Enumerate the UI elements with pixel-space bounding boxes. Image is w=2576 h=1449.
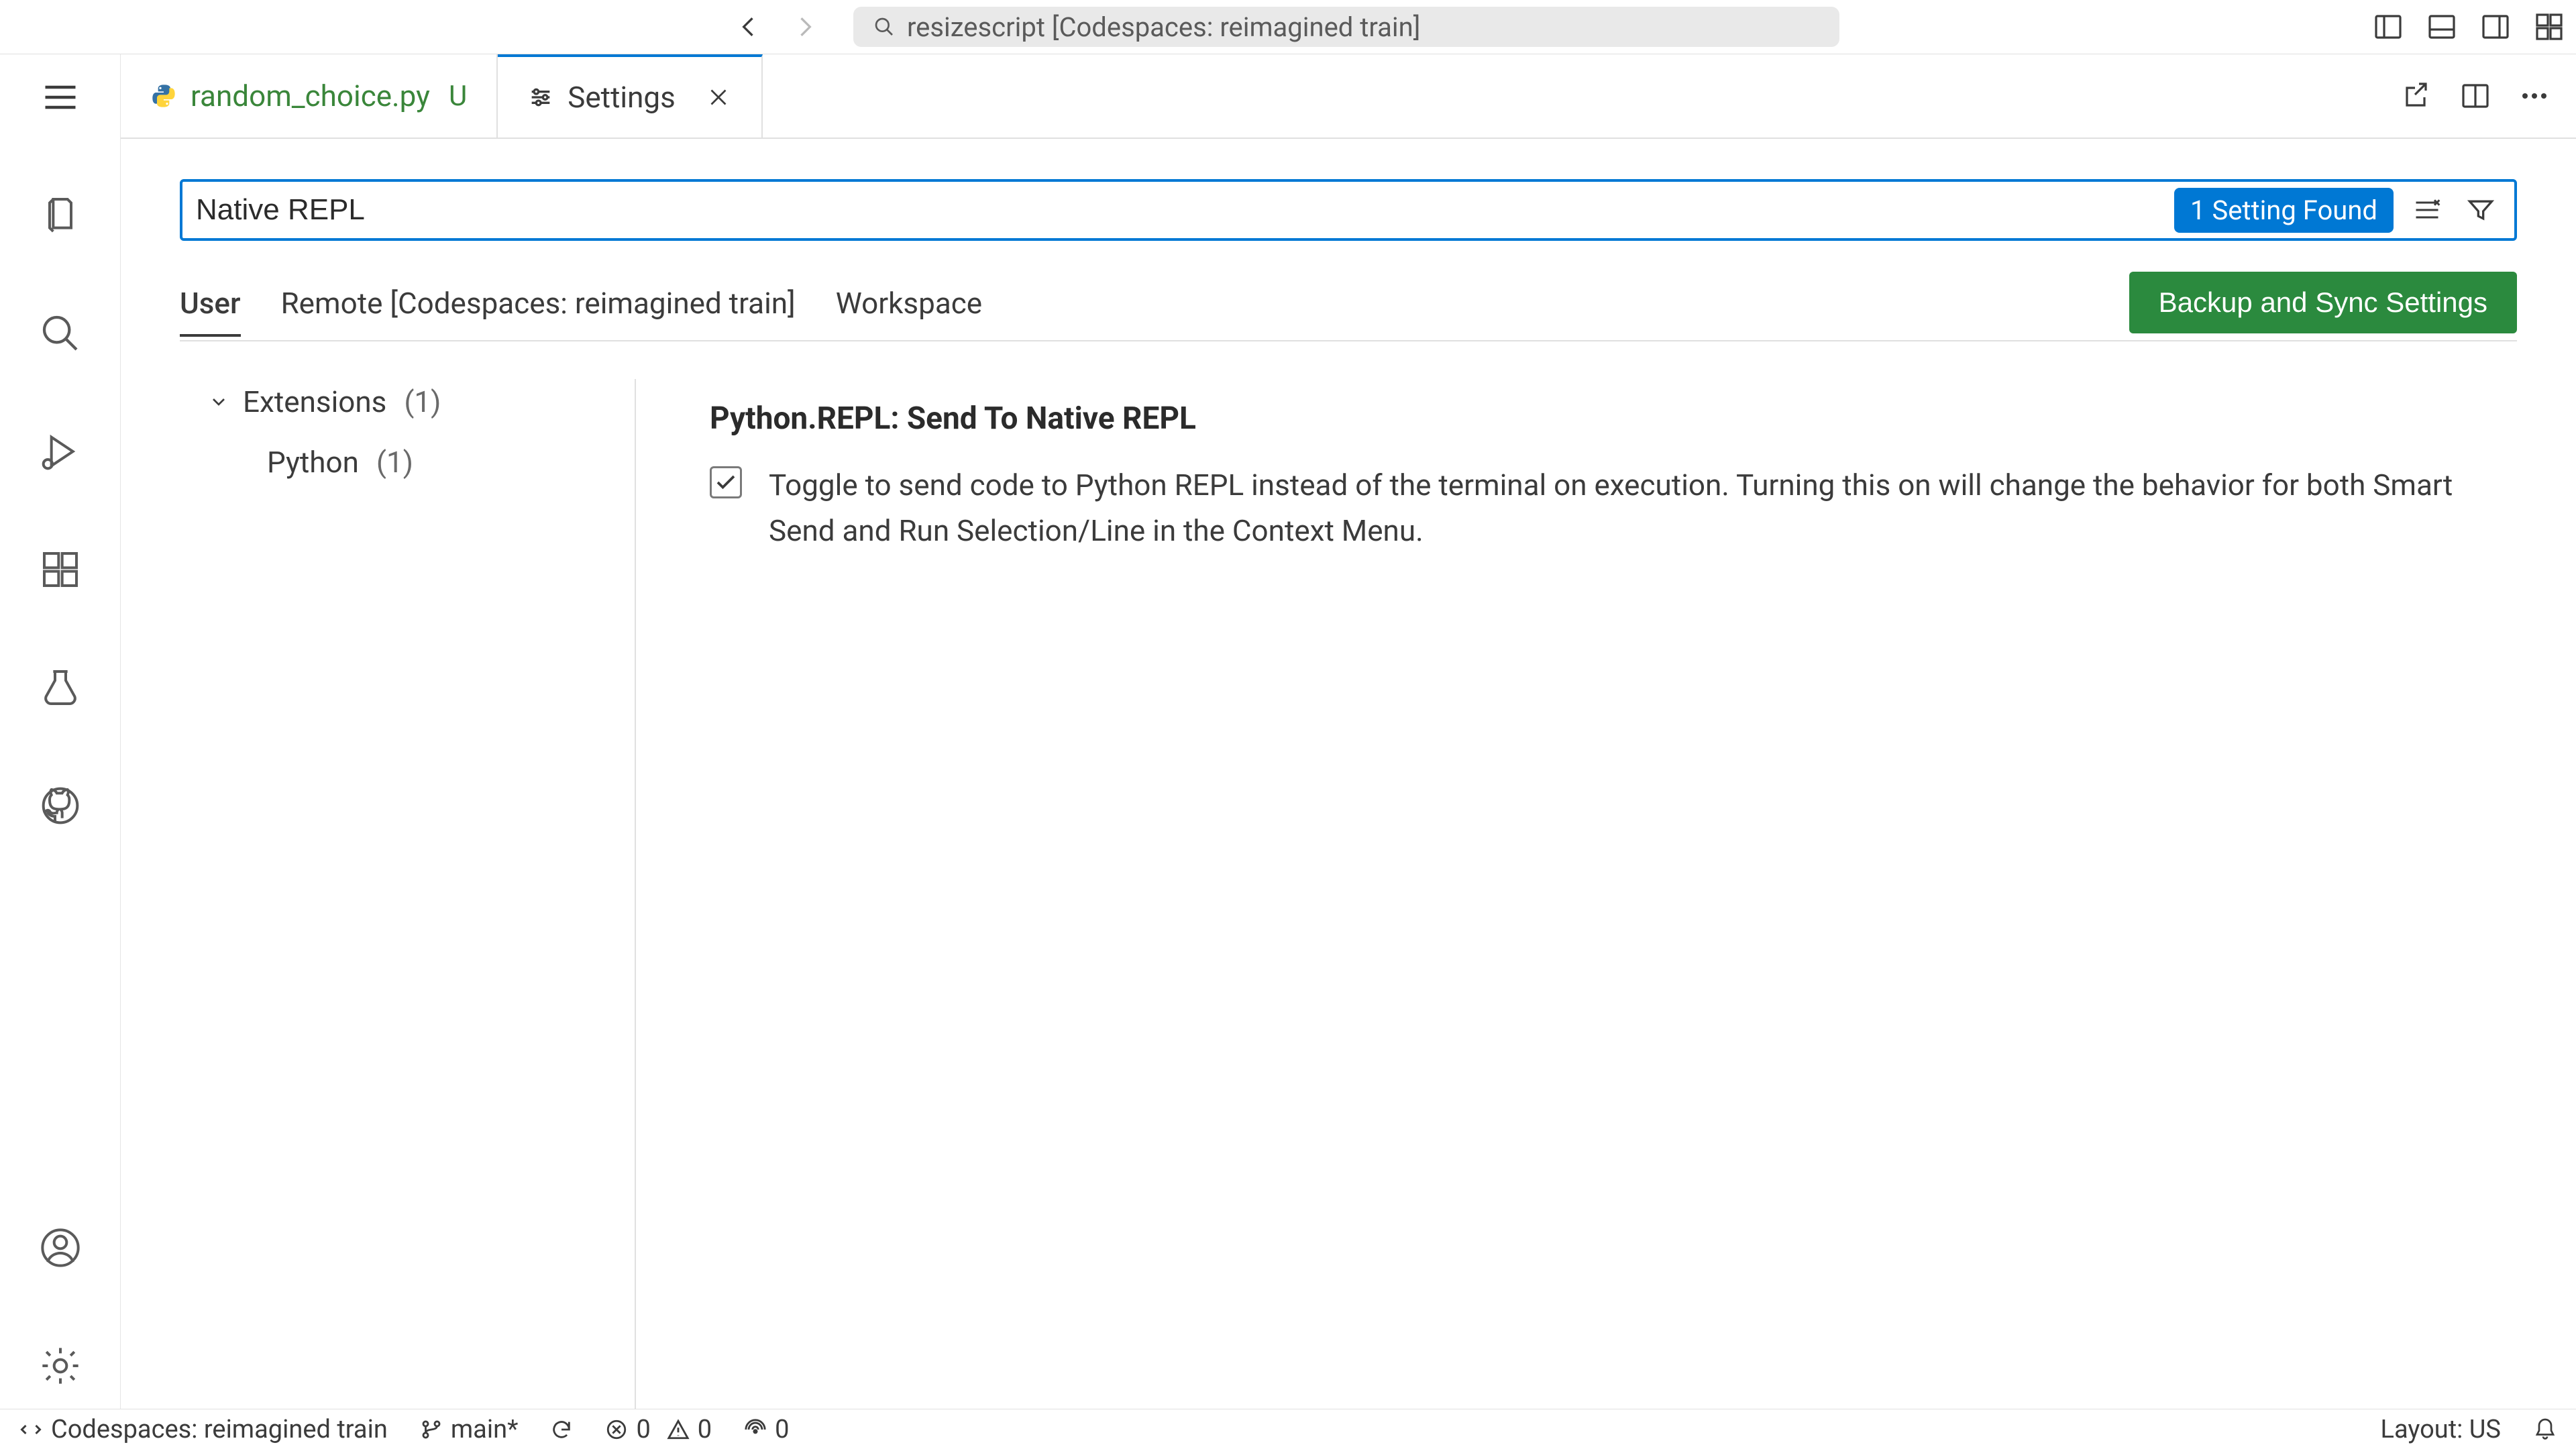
sync-indicator[interactable] <box>550 1418 573 1441</box>
tab-label: Settings <box>568 80 676 115</box>
settings-found-badge: 1 Setting Found <box>2174 188 2394 233</box>
toc-extensions-count: (1) <box>404 384 441 419</box>
setting-title: Python.REPL: Send To Native REPL <box>710 400 2517 437</box>
remote-label: Codespaces: reimagined train <box>51 1415 388 1444</box>
settings-search-row: 1 Setting Found <box>180 179 2517 241</box>
explorer-icon[interactable] <box>36 191 85 239</box>
command-center-text: resizescript [Codespaces: reimagined tra… <box>907 11 1420 43</box>
branch-label: main* <box>451 1415 519 1444</box>
github-icon[interactable] <box>36 782 85 830</box>
tab-actions <box>2375 54 2576 138</box>
settings-content: Extensions (1) Python (1) Python.REPL: S… <box>180 379 2517 1409</box>
tab-git-status: U <box>449 80 467 113</box>
title-bar: resizescript [Codespaces: reimagined tra… <box>0 0 2576 54</box>
nav-forward <box>789 11 821 43</box>
filter-settings-icon[interactable] <box>2461 190 2501 230</box>
testing-icon[interactable] <box>36 663 85 712</box>
toc-python-label: Python <box>267 445 359 480</box>
toggle-secondary-sidebar-icon[interactable] <box>2477 8 2514 46</box>
warnings-count: 0 <box>698 1415 712 1444</box>
tab-label: random_choice.py <box>191 78 430 113</box>
search-icon <box>872 15 896 39</box>
settings-search-input[interactable] <box>196 193 2165 227</box>
tab-settings[interactable]: Settings <box>498 54 763 138</box>
editor-column: random_choice.py U Settings <box>121 54 2576 1409</box>
scope-workspace[interactable]: Workspace <box>836 275 982 337</box>
toc-extensions[interactable]: Extensions (1) <box>180 379 621 425</box>
settings-list: Python.REPL: Send To Native REPL Toggle … <box>636 379 2517 1409</box>
tab-random-choice[interactable]: random_choice.py U <box>121 54 498 138</box>
ports-indicator[interactable]: 0 <box>744 1415 789 1444</box>
toc-extensions-label: Extensions <box>243 384 386 419</box>
search-icon[interactable] <box>36 309 85 358</box>
extensions-icon[interactable] <box>36 545 85 594</box>
backup-sync-button[interactable]: Backup and Sync Settings <box>2129 272 2517 333</box>
layout-label: Layout: US <box>2381 1415 2501 1444</box>
problems-indicator[interactable]: 0 0 <box>605 1415 712 1444</box>
setting-description: Toggle to send code to Python REPL inste… <box>769 462 2517 553</box>
tab-bar: random_choice.py U Settings <box>121 54 2576 139</box>
main-row: random_choice.py U Settings <box>0 54 2576 1409</box>
settings-scope-row: User Remote [Codespaces: reimagined trai… <box>180 272 2517 341</box>
accounts-icon[interactable] <box>36 1224 85 1272</box>
notifications-icon[interactable] <box>2533 1417 2557 1442</box>
branch-indicator[interactable]: main* <box>420 1415 519 1444</box>
scope-tabs: User Remote [Codespaces: reimagined trai… <box>180 275 982 337</box>
setting-item-python-repl-native: Python.REPL: Send To Native REPL Toggle … <box>710 400 2517 553</box>
clear-search-icon[interactable] <box>2407 190 2447 230</box>
command-center[interactable]: resizescript [Codespaces: reimagined tra… <box>853 7 1839 47</box>
toggle-primary-sidebar-icon[interactable] <box>2369 8 2407 46</box>
toggle-panel-icon[interactable] <box>2423 8 2461 46</box>
layout-controls <box>2369 8 2568 46</box>
ports-count: 0 <box>775 1415 789 1444</box>
chevron-down-icon <box>207 390 231 414</box>
remote-indicator[interactable]: Codespaces: reimagined train <box>19 1415 388 1444</box>
scope-remote[interactable]: Remote [Codespaces: reimagined train] <box>281 275 796 337</box>
run-debug-icon[interactable] <box>36 427 85 476</box>
toc-python-count: (1) <box>376 445 413 480</box>
settings-search-wrap: 1 Setting Found <box>180 179 2517 241</box>
menu-icon[interactable] <box>36 73 85 121</box>
activity-bar <box>0 54 121 1409</box>
split-editor-icon[interactable] <box>2458 78 2493 113</box>
scope-user[interactable]: User <box>180 275 241 337</box>
errors-count: 0 <box>636 1415 650 1444</box>
more-actions-icon[interactable] <box>2517 78 2552 113</box>
settings-tab-icon <box>527 84 554 111</box>
python-file-icon <box>150 83 177 109</box>
status-bar: Codespaces: reimagined train main* 0 0 0… <box>0 1409 2576 1449</box>
layout-indicator[interactable]: Layout: US <box>2381 1415 2501 1444</box>
toc-python[interactable]: Python (1) <box>180 425 621 485</box>
open-settings-json-icon[interactable] <box>2399 78 2434 113</box>
settings-gear-icon[interactable] <box>36 1342 85 1390</box>
close-icon[interactable] <box>705 84 732 111</box>
settings-toc: Extensions (1) Python (1) <box>180 379 636 1409</box>
setting-checkbox[interactable] <box>710 466 742 498</box>
customize-layout-icon[interactable] <box>2530 8 2568 46</box>
nav-back[interactable] <box>733 11 765 43</box>
settings-editor: 1 Setting Found User Remote [Codespaces:… <box>121 139 2576 1409</box>
nav-arrows <box>733 11 821 43</box>
